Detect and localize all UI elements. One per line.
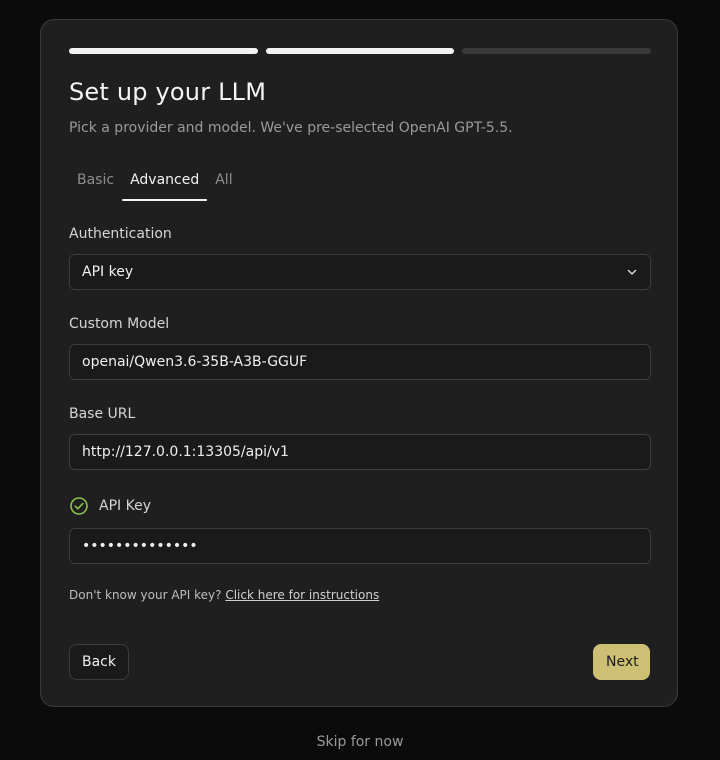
api-key-hint-text: Don't know your API key?	[69, 588, 222, 602]
progress-step-2	[265, 48, 455, 54]
skip-for-now-link[interactable]: Skip for now	[0, 734, 720, 750]
base-url-label: Base URL	[69, 406, 136, 422]
authentication-selected-value: API key	[82, 264, 134, 280]
instructions-link[interactable]: Click here for instructions	[225, 588, 379, 602]
progress-step-3	[462, 48, 652, 54]
custom-model-input[interactable]	[69, 344, 651, 380]
tab-all[interactable]: All	[207, 166, 240, 201]
next-button[interactable]: Next	[593, 644, 650, 680]
custom-model-label: Custom Model	[69, 316, 170, 332]
page-subtitle: Pick a provider and model. We've pre-sel…	[69, 120, 513, 136]
tab-basic[interactable]: Basic	[69, 166, 122, 201]
api-key-input[interactable]	[69, 528, 651, 564]
api-key-hint: Don't know your API key? Click here for …	[69, 588, 379, 602]
chevron-down-icon	[627, 269, 637, 275]
tab-advanced[interactable]: Advanced	[122, 166, 208, 201]
setup-card: Set up your LLM Pick a provider and mode…	[40, 19, 678, 707]
back-button[interactable]: Back	[69, 644, 129, 680]
base-url-input[interactable]	[69, 434, 651, 470]
authentication-label: Authentication	[69, 226, 172, 242]
api-key-label-row: API Key	[69, 496, 151, 516]
settings-tabs: Basic Advanced All	[69, 166, 241, 201]
api-key-label: API Key	[99, 498, 151, 514]
step-progress	[69, 48, 652, 54]
check-circle-icon	[70, 497, 88, 515]
page-title: Set up your LLM	[69, 78, 267, 106]
progress-step-1	[69, 48, 258, 54]
authentication-select[interactable]: API key	[69, 254, 651, 290]
